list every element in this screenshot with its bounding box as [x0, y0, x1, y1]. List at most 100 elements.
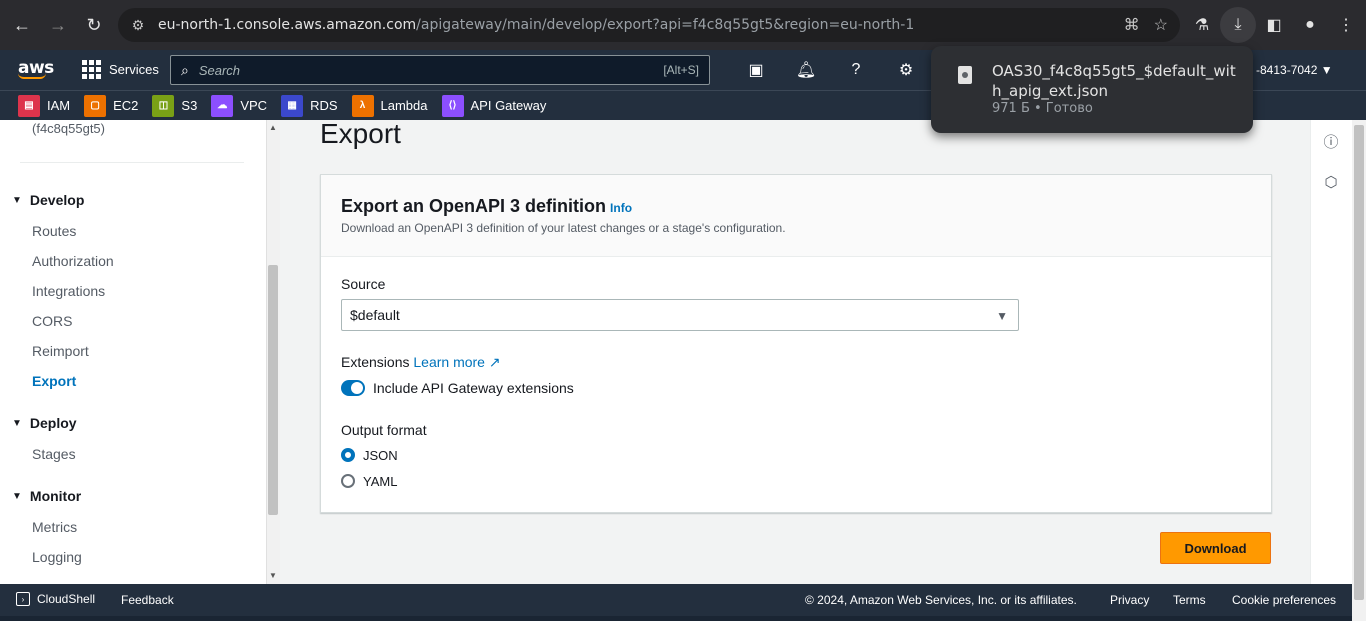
favorite-label: VPC — [240, 98, 268, 113]
favorite-s3[interactable]: ◫ S3 — [152, 94, 198, 117]
search-input[interactable] — [198, 62, 619, 78]
radio-json-label[interactable]: JSON — [363, 448, 398, 463]
panel-title: Export an OpenAPI 3 definition Info — [341, 196, 632, 217]
favorite-label: Lambda — [380, 98, 428, 113]
settings-gear-icon[interactable]: ⚙ — [894, 58, 918, 82]
api-id: (f4c8q55gt5) — [32, 121, 105, 136]
section-deploy[interactable]: ▼ Deploy — [12, 415, 77, 431]
source-label: Source — [341, 276, 386, 292]
radio-yaml-label[interactable]: YAML — [363, 474, 397, 489]
services-label: Services — [109, 62, 159, 77]
download-filename[interactable]: OAS30_f4c8q55gt5_$default_with_apig_ext.… — [992, 61, 1240, 101]
iam-icon: ▤ — [18, 94, 40, 117]
feedback-link[interactable]: Feedback — [121, 593, 174, 607]
section-develop[interactable]: ▼ Develop — [12, 192, 84, 208]
toggle-label: Include API Gateway extensions — [373, 380, 574, 396]
bookmark-star-icon[interactable]: ☆ — [1154, 15, 1168, 35]
back-icon[interactable]: ← — [4, 7, 40, 43]
favorite-api-gateway[interactable]: ⟨⟩ API Gateway — [441, 94, 546, 117]
page-scroll-thumb[interactable] — [1354, 125, 1364, 600]
cloudshell-label: CloudShell — [37, 592, 96, 606]
aws-logo[interactable]: aws — [18, 58, 54, 79]
learn-more-link[interactable]: Learn more ↗ — [413, 354, 500, 370]
favorite-rds[interactable]: ▦ RDS — [281, 94, 338, 117]
cloudshell-button[interactable]: › CloudShell — [16, 592, 95, 606]
s3-icon: ◫ — [152, 94, 175, 117]
learn-more-text: Learn more — [413, 354, 485, 370]
sidebar-item-cors[interactable]: CORS — [32, 313, 72, 329]
search-box[interactable]: ⌕ [Alt+S] — [170, 55, 710, 85]
forward-icon[interactable]: → — [40, 7, 76, 43]
favorite-label: RDS — [310, 98, 338, 113]
scroll-down-icon[interactable]: ▼ — [268, 571, 278, 580]
translate-icon[interactable]: ⌘ — [1124, 15, 1140, 35]
caret-down-icon: ▼ — [996, 309, 1008, 323]
menu-dots-icon[interactable]: ⋮ — [1328, 7, 1364, 43]
sidebar-item-routes[interactable]: Routes — [32, 223, 76, 239]
section-title: Deploy — [29, 415, 77, 431]
bottom-strip — [0, 616, 1352, 621]
panel-title-text: Export an OpenAPI 3 definition — [341, 196, 607, 216]
profile-icon[interactable]: ● — [1292, 7, 1328, 43]
source-value: $default — [350, 307, 400, 323]
labs-flask-icon[interactable]: ⚗ — [1184, 7, 1220, 43]
reload-icon[interactable]: ↻ — [76, 7, 112, 43]
divider — [20, 162, 244, 163]
sidebar-item-authorization[interactable]: Authorization — [32, 253, 114, 269]
sidebar-item-logging[interactable]: Logging — [32, 549, 82, 565]
url-path: /apigateway/main/develop/export?api=f4c8… — [416, 17, 915, 33]
source-select[interactable]: $default ▼ — [341, 299, 1019, 331]
right-tools-rail: ⓘ ⬡ — [1310, 120, 1352, 584]
vpc-icon: ☁ — [211, 94, 234, 117]
url-text[interactable]: eu-north-1.console.aws.amazon.com/apigat… — [158, 17, 914, 33]
download-bubble[interactable]: OAS30_f4c8q55gt5_$default_with_apig_ext.… — [931, 46, 1253, 133]
sidebar: (f4c8q55gt5) ▼ Develop Routes Authorizati… — [0, 120, 266, 584]
account-menu[interactable]: -8413-7042 ▼ — [1256, 63, 1333, 77]
panel-header: Export an OpenAPI 3 definition Info Downl… — [321, 175, 1271, 257]
cloudshell-icon[interactable]: ▣ — [744, 58, 768, 82]
sidebar-scroll-thumb[interactable] — [268, 265, 278, 515]
extensions-toggle[interactable] — [341, 380, 365, 396]
external-link-icon: ↗ — [488, 354, 501, 370]
file-icon — [958, 66, 972, 84]
section-title: Monitor — [29, 488, 82, 504]
info-link[interactable]: Info — [610, 201, 632, 215]
sidebar-item-reimport[interactable]: Reimport — [32, 343, 89, 359]
privacy-link[interactable]: Privacy — [1110, 593, 1149, 607]
sidebar-item-export[interactable]: Export — [32, 373, 76, 389]
services-menu[interactable]: Services — [82, 60, 159, 79]
hexagon-icon[interactable]: ⬡ — [1321, 172, 1341, 192]
download-meta: 971 Б • Готово — [992, 101, 1093, 116]
radio-yaml[interactable] — [341, 474, 355, 488]
favorite-vpc[interactable]: ☁ VPC — [211, 94, 268, 117]
section-monitor[interactable]: ▼ Monitor — [12, 488, 81, 504]
terms-link[interactable]: Terms — [1173, 593, 1206, 607]
radio-json[interactable] — [341, 448, 355, 462]
scroll-up-icon[interactable]: ▲ — [268, 123, 278, 132]
caret-down-icon: ▼ — [12, 417, 22, 429]
info-circle-icon[interactable]: ⓘ — [1321, 131, 1341, 151]
toggle-knob — [351, 382, 363, 394]
sidebar-item-integrations[interactable]: Integrations — [32, 283, 105, 299]
favorite-label: S3 — [181, 98, 198, 113]
favorite-iam[interactable]: ▤ IAM — [18, 94, 71, 117]
search-shortcut: [Alt+S] — [663, 63, 699, 77]
site-settings-icon[interactable]: ⚙ — [118, 17, 158, 34]
sidebar-item-metrics[interactable]: Metrics — [32, 519, 77, 535]
help-icon[interactable]: ? — [844, 58, 868, 82]
notifications-bell-icon[interactable]: 🔔︎ — [794, 58, 818, 82]
sidebar-item-stages[interactable]: Stages — [32, 446, 76, 462]
favorite-label: EC2 — [113, 98, 139, 113]
side-panel-icon[interactable]: ◧ — [1256, 7, 1292, 43]
favorite-lambda[interactable]: λ Lambda — [351, 94, 428, 117]
url-host: eu-north-1.console.aws.amazon.com — [158, 17, 417, 33]
panel-description: Download an OpenAPI 3 definition of your… — [341, 221, 786, 235]
cookie-preferences-link[interactable]: Cookie preferences — [1232, 593, 1336, 607]
favorite-label: IAM — [47, 98, 71, 113]
api-gateway-icon: ⟨⟩ — [441, 94, 464, 117]
download-button[interactable]: Download — [1160, 532, 1271, 564]
downloads-icon[interactable]: ⤓ — [1220, 7, 1256, 43]
address-bar[interactable]: ⚙ eu-north-1.console.aws.amazon.com/apig… — [118, 8, 1180, 42]
favorite-ec2[interactable]: ▢ EC2 — [84, 94, 139, 117]
lambda-icon: λ — [351, 94, 374, 117]
